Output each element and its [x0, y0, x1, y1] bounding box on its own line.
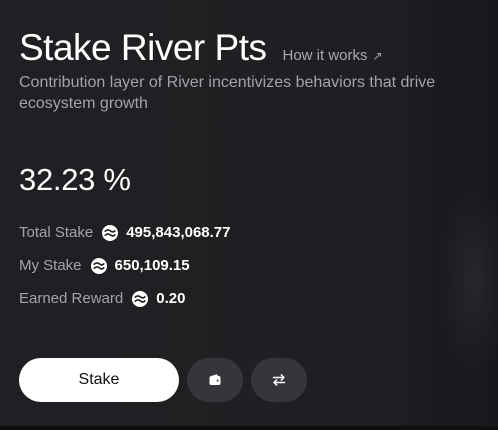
- my-stake-label: My Stake: [19, 257, 82, 274]
- wallet-button[interactable]: [187, 358, 243, 402]
- total-stake-value: 495,843,068.77: [126, 224, 231, 241]
- river-coin-icon: [90, 257, 107, 274]
- river-coin-icon: [102, 224, 119, 241]
- earned-reward-row: Earned Reward 0.20: [19, 290, 185, 307]
- total-stake-label: Total Stake: [19, 224, 94, 241]
- total-stake-row: Total Stake 495,843,068.77: [19, 224, 231, 241]
- river-coin-icon: [132, 290, 149, 307]
- my-stake-value: 650,109.15: [114, 257, 190, 274]
- swap-button[interactable]: [251, 358, 307, 402]
- header: Stake River Pts How it works ↗: [19, 26, 383, 70]
- how-it-works-label: How it works: [282, 47, 368, 64]
- stake-button[interactable]: Stake: [19, 358, 179, 402]
- page-title: Stake River Pts: [19, 27, 267, 68]
- apr-value: 32.23 %: [19, 162, 131, 197]
- stake-card: Stake River Pts How it works ↗ Contribut…: [0, 0, 498, 430]
- earned-reward-label: Earned Reward: [19, 290, 124, 307]
- my-stake-row: My Stake 650,109.15: [19, 257, 190, 274]
- bottom-divider: [0, 426, 498, 430]
- wallet-icon: [209, 374, 221, 385]
- earned-reward-value: 0.20: [156, 290, 186, 307]
- how-it-works-link[interactable]: How it works ↗: [282, 47, 382, 64]
- swap-arrows-icon: [272, 374, 286, 386]
- external-arrow-icon: ↗: [372, 48, 383, 63]
- page-subtitle: Contribution layer of River incentivizes…: [19, 74, 436, 112]
